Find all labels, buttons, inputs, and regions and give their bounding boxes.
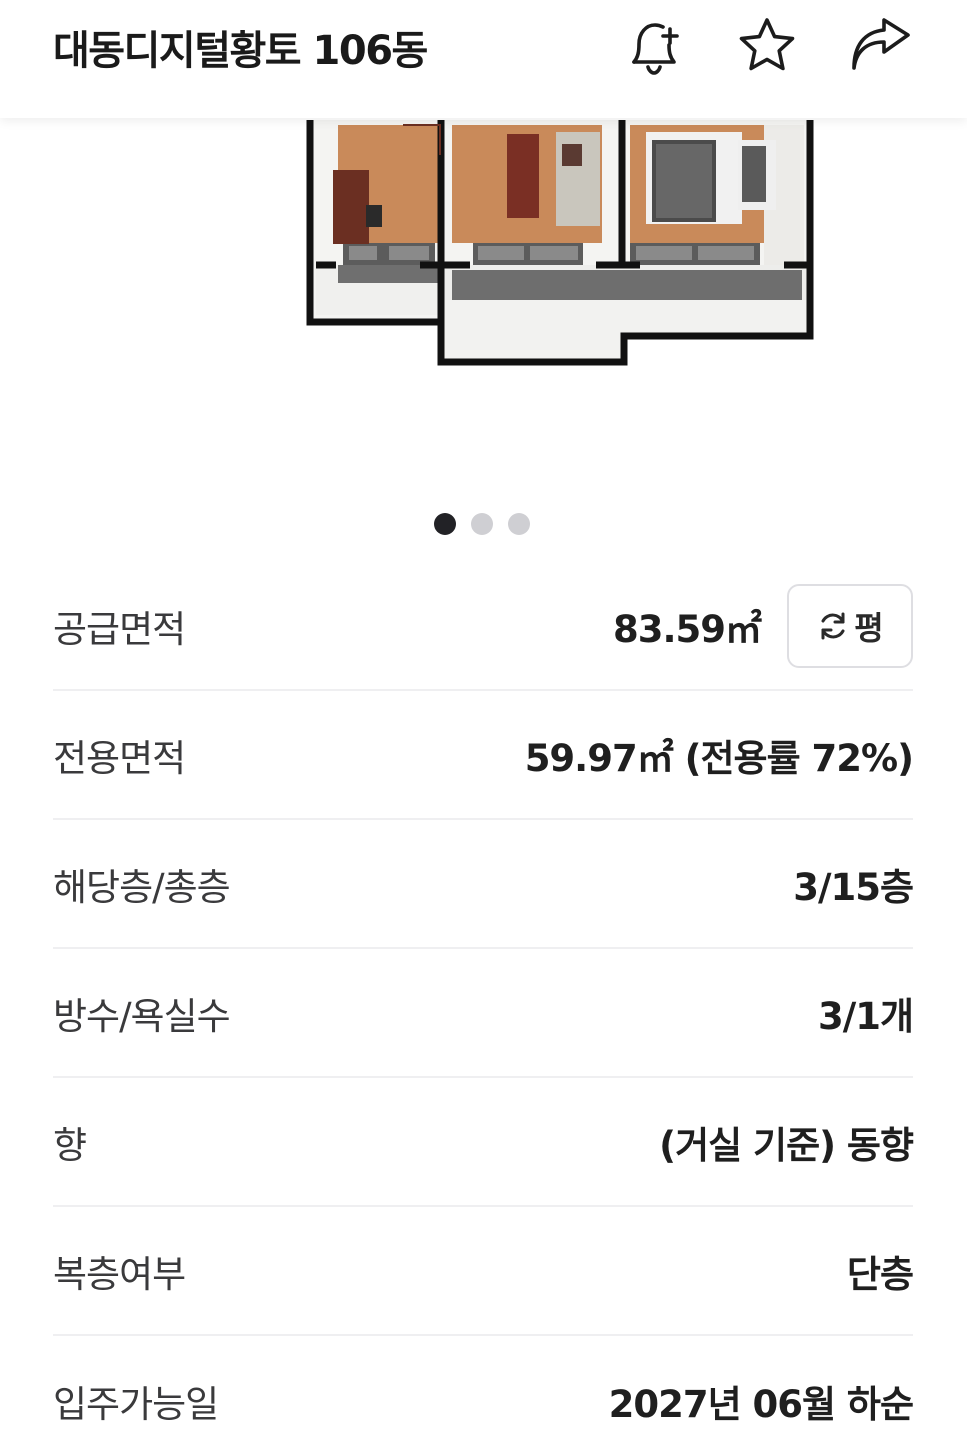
exclusive-area-row: 전용면적 59.97㎡ (전용률 72%) (53, 691, 914, 820)
refresh-icon (821, 612, 845, 639)
property-info-list: 공급면적 83.59㎡ 평 전용면적 59.97㎡ (전용률 72%) 해당층/… (53, 562, 914, 1440)
supply-area-value: 83.59㎡ (612, 607, 762, 651)
direction-row: 향 (거실 기준) 동향 (53, 1078, 914, 1207)
rooms-label: 방수/욕실수 (53, 994, 231, 1038)
duplex-label: 복층여부 (53, 1252, 186, 1296)
direction-label: 향 (53, 1123, 87, 1167)
duplex-row: 복층여부 단층 (53, 1207, 914, 1336)
move-in-value: 2027년 06월 하순 (608, 1382, 914, 1426)
supply-area-row: 공급면적 83.59㎡ 평 (53, 562, 913, 691)
exclusive-area-value: 59.97㎡ (전용률 72%) (524, 736, 914, 780)
star-icon[interactable] (735, 14, 799, 78)
carousel-dot-1[interactable] (434, 513, 456, 535)
carousel-dot-2[interactable] (471, 513, 493, 535)
floor-value: 3/15층 (793, 865, 914, 909)
bell-plus-icon[interactable] (622, 14, 686, 78)
unit-toggle-button[interactable]: 평 (787, 583, 913, 668)
rooms-row: 방수/욕실수 3/1개 (53, 949, 914, 1078)
rooms-value: 3/1개 (817, 994, 914, 1038)
page-title: 대동디지털황토 106동 (53, 28, 428, 74)
exclusive-area-label: 전용면적 (53, 736, 186, 780)
top-header: 대동디지털황토 106동 (0, 0, 967, 118)
direction-value: (거실 기준) 동향 (659, 1123, 914, 1167)
listing-detail-page: 대동디지털황토 106동 공급면적 83.59㎡ 평 전용면적 59.97㎡ (… (0, 0, 967, 1440)
carousel-indicator (0, 513, 967, 535)
carousel-dot-3[interactable] (508, 513, 530, 535)
share-arrow-icon[interactable] (848, 14, 912, 78)
duplex-value: 단층 (846, 1252, 914, 1296)
floor-plan-image[interactable] (0, 118, 967, 498)
unit-toggle-label: 평 (854, 608, 884, 647)
floor-label: 해당층/총층 (53, 865, 231, 909)
floor-row: 해당층/총층 3/15층 (53, 820, 914, 949)
move-in-label: 입주가능일 (53, 1382, 219, 1426)
supply-area-label: 공급면적 (53, 607, 186, 651)
move-in-row: 입주가능일 2027년 06월 하순 (53, 1336, 914, 1440)
